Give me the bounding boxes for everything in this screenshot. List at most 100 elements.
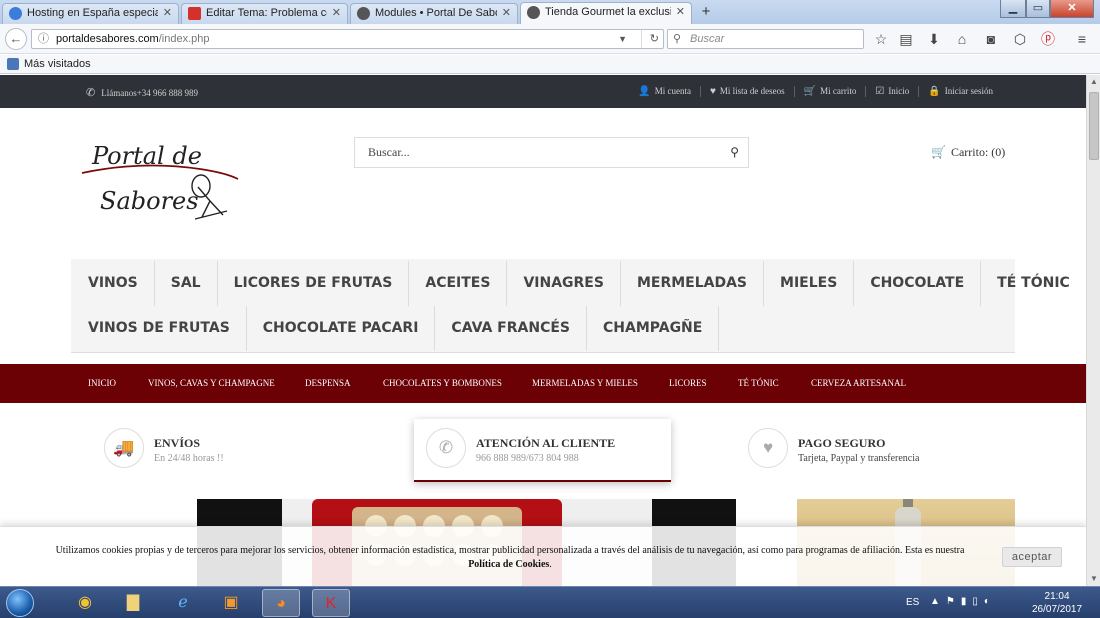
scroll-down-icon[interactable]: ▼ bbox=[1087, 572, 1100, 586]
account-links: 👤 Mi cuenta ♥ Mi lista de deseos 🛒 Mi carri… bbox=[629, 86, 1002, 97]
new-tab-button[interactable]: + bbox=[697, 3, 715, 21]
close-tab-icon[interactable]: ✕ bbox=[332, 4, 341, 23]
nav-inicio[interactable]: INICIO bbox=[88, 378, 116, 388]
cart-icon: 🛒 bbox=[803, 86, 817, 97]
kaspersky-taskbar-icon[interactable]: K bbox=[312, 589, 350, 617]
bookmark-most-visited[interactable]: Más visitados bbox=[24, 58, 91, 70]
category-licores-frutas[interactable]: LICORES DE FRUTAS bbox=[218, 261, 410, 306]
feature-title: ENVÍOS bbox=[154, 436, 201, 450]
url-path: /index.php bbox=[158, 33, 210, 45]
logo-graphic: Portal de Sabores bbox=[81, 142, 239, 220]
system-tray: ES ▲⚑▮▯◐ 21:04 26/07/2017 bbox=[896, 587, 1100, 618]
site-favicon-icon bbox=[357, 7, 370, 20]
chrome-taskbar-icon[interactable]: ◉ bbox=[66, 589, 104, 617]
browser-tab-bar: Hosting en España especializ ✕ Editar Te… bbox=[0, 0, 1100, 24]
hosting-favicon-icon bbox=[9, 7, 22, 20]
language-indicator[interactable]: ES bbox=[906, 597, 919, 608]
clock-time: 21:04 bbox=[1044, 591, 1070, 602]
media-player-taskbar-icon[interactable]: ▣ bbox=[212, 589, 250, 617]
category-champagne[interactable]: CHAMPAGÑE bbox=[587, 306, 720, 351]
pocket-icon[interactable]: ◙ bbox=[982, 30, 1000, 48]
scrollbar-thumb[interactable] bbox=[1089, 92, 1099, 160]
cart-link[interactable]: 🛒 Carrito: (0) bbox=[931, 145, 1005, 160]
site-top-bar: ✆ Llámanos+34 966 888 989 👤 Mi cuenta ♥ Mi … bbox=[0, 75, 1086, 108]
category-vinagres[interactable]: VINAGRES bbox=[507, 261, 621, 306]
link-inicio[interactable]: ☑ Inicio bbox=[865, 86, 918, 97]
site-logo[interactable]: Portal de Sabores bbox=[80, 135, 240, 229]
menu-icon[interactable]: ≡ bbox=[1073, 30, 1091, 48]
category-vinos-frutas[interactable]: VINOS DE FRUTAS bbox=[71, 306, 247, 351]
category-mermeladas[interactable]: MERMELADAS bbox=[621, 261, 765, 306]
extension-icon[interactable]: ⬡ bbox=[1011, 30, 1029, 48]
reading-list-icon[interactable]: ▤ bbox=[897, 30, 915, 48]
link-mi-carrito[interactable]: 🛒 Mi carrito bbox=[793, 86, 866, 97]
browser-tab-editar-tema[interactable]: Editar Tema: Problema con e ✕ bbox=[181, 3, 348, 24]
explorer-taskbar-icon[interactable]: ▇ bbox=[114, 589, 152, 617]
browser-search-input[interactable]: ⚲ Buscar bbox=[667, 29, 864, 49]
category-mieles[interactable]: MIELES bbox=[764, 261, 855, 306]
address-bar[interactable]: ⓘ portaldesabores.com/index.php ▼ ↻ bbox=[31, 29, 664, 49]
site-search-input[interactable]: Buscar... ⚲ bbox=[354, 137, 749, 168]
cookie-text: Utilizamos cookies propias y de terceros… bbox=[55, 545, 965, 556]
site-search-placeholder: Buscar... bbox=[368, 145, 410, 159]
category-aceites[interactable]: ACEITES bbox=[409, 261, 508, 306]
tab-title: Modules • Portal De Sabores bbox=[375, 7, 497, 19]
feature-title: ATENCIÓN AL CLIENTE bbox=[476, 436, 616, 450]
feature-subtitle: Tarjeta, Paypal y transferencia bbox=[798, 453, 920, 464]
firefox-taskbar-icon[interactable]: ◕ bbox=[262, 589, 300, 617]
maximize-window-button[interactable]: ▭ bbox=[1026, 0, 1050, 18]
category-sal[interactable]: SAL bbox=[155, 261, 218, 306]
accept-cookies-button[interactable]: aceptar bbox=[1002, 547, 1062, 567]
close-window-button[interactable]: ✕ bbox=[1050, 0, 1094, 18]
nav-te-tonic[interactable]: TÉ TÓNIC bbox=[738, 378, 779, 388]
bookmarks-bar: Más visitados bbox=[0, 55, 1100, 74]
site-info-icon[interactable]: ⓘ bbox=[38, 30, 49, 48]
heart-icon: ♥ bbox=[748, 428, 788, 468]
page-scrollbar[interactable]: ▲ ▼ bbox=[1086, 75, 1100, 586]
scroll-up-icon[interactable]: ▲ bbox=[1087, 75, 1100, 89]
tray-icons[interactable]: ▲⚑▮▯◐ bbox=[930, 596, 996, 607]
category-chocolate[interactable]: CHOCOLATE bbox=[854, 261, 982, 306]
minimize-window-button[interactable]: ▁ bbox=[1000, 0, 1026, 18]
close-tab-icon[interactable]: ✕ bbox=[676, 3, 685, 22]
close-tab-icon[interactable]: ✕ bbox=[163, 4, 172, 23]
bookmark-star-icon[interactable]: ☆ bbox=[872, 30, 890, 48]
nav-cerveza[interactable]: CERVEZA ARTESANAL bbox=[811, 378, 906, 388]
reload-icon[interactable]: ↻ bbox=[640, 30, 659, 48]
nav-mermeladas[interactable]: MERMELADAS Y MIELES bbox=[532, 378, 638, 388]
pinterest-icon[interactable]: ⓟ bbox=[1039, 30, 1057, 48]
nav-licores[interactable]: LICORES bbox=[669, 378, 707, 388]
category-te-tonic[interactable]: TÉ TÓNIC bbox=[981, 261, 1086, 306]
phone-icon: ✆ bbox=[426, 428, 466, 468]
browser-tab-hosting[interactable]: Hosting en España especializ ✕ bbox=[2, 3, 179, 24]
internet-explorer-taskbar-icon[interactable]: ℯ bbox=[164, 589, 202, 617]
cookie-policy-link[interactable]: Política de Cookies bbox=[468, 559, 549, 570]
nav-despensa[interactable]: DESPENSA bbox=[305, 378, 351, 388]
feature-subtitle: 966 888 989/673 804 988 bbox=[476, 453, 579, 464]
home-icon[interactable]: ⌂ bbox=[953, 30, 971, 48]
search-button-icon[interactable]: ⚲ bbox=[730, 138, 739, 167]
heart-icon: ♥ bbox=[709, 86, 716, 97]
link-mi-cuenta[interactable]: 👤 Mi cuenta bbox=[629, 86, 700, 97]
close-tab-icon[interactable]: ✕ bbox=[502, 4, 511, 23]
start-button[interactable] bbox=[6, 589, 34, 617]
link-iniciar-sesion[interactable]: 🔒 Iniciar sesión bbox=[918, 86, 1002, 97]
browser-tab-tienda-gourmet[interactable]: Tienda Gourmet la exclusivid ✕ bbox=[520, 2, 692, 24]
feature-subtitle: En 24/48 horas !! bbox=[154, 453, 224, 464]
back-button[interactable]: ← bbox=[5, 28, 27, 50]
nav-chocolates[interactable]: CHOCOLATES Y BOMBONES bbox=[383, 378, 502, 388]
link-mi-lista-deseos[interactable]: ♥ Mi lista de deseos bbox=[699, 86, 794, 97]
link-label: Mi carrito bbox=[820, 86, 857, 96]
logo-text-line1: Portal de bbox=[91, 142, 202, 170]
downloads-icon[interactable]: ⬇ bbox=[925, 30, 943, 48]
system-clock[interactable]: 21:04 26/07/2017 bbox=[1032, 590, 1082, 616]
category-menu: VINOS SAL LICORES DE FRUTAS ACEITES VINA… bbox=[71, 259, 1086, 353]
browser-tab-modules[interactable]: Modules • Portal De Sabores ✕ bbox=[350, 3, 518, 24]
cart-label: Carrito: (0) bbox=[950, 145, 1006, 159]
category-cava-frances[interactable]: CAVA FRANCÉS bbox=[435, 306, 587, 351]
windows-taskbar: ◉ ▇ ℯ ▣ ◕ K ES ▲⚑▮▯◐ 21:04 26/07/2017 bbox=[0, 586, 1100, 618]
nav-vinos-cavas[interactable]: VINOS, CAVAS Y CHAMPAGNE bbox=[148, 378, 275, 388]
category-vinos[interactable]: VINOS bbox=[71, 261, 155, 306]
category-chocolate-pacari[interactable]: CHOCOLATE PACARI bbox=[247, 306, 436, 351]
url-dropdown-icon[interactable]: ▼ bbox=[618, 30, 627, 48]
